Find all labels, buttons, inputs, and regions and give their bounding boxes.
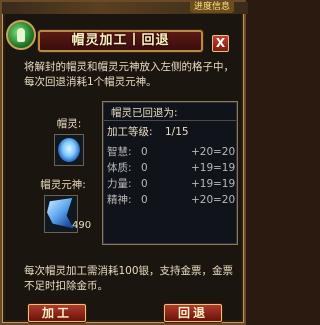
hat-slot-label: 帽灵: [56, 118, 82, 130]
corner-tag: 进度信息 [189, 2, 234, 13]
window-title: 帽灵加工丨回退 [71, 33, 170, 48]
level-label: 加工等级: [107, 126, 153, 138]
spirit-count: 490 [72, 220, 92, 231]
stat-attr: 智慧: [107, 146, 132, 158]
stat-total: =20 [213, 194, 236, 206]
stat-attr: 力量: [107, 178, 132, 190]
stat-base: 0 [141, 178, 148, 190]
stats-divider [104, 120, 236, 121]
revert-button[interactable]: 回退 [164, 304, 222, 322]
stat-row: 智慧: 0 +20 =20 [103, 145, 237, 159]
level-row: 加工等级: 1/15 [103, 125, 237, 139]
stat-total: =19 [213, 178, 236, 190]
stat-base: 0 [141, 162, 148, 174]
stat-attr: 精神: [107, 194, 132, 206]
stats-panel: 帽灵已回退为: 加工等级: 1/15 智慧: 0 +20 =20 体质: 0 +… [102, 101, 238, 245]
stat-total: =20 [213, 146, 236, 158]
stats-heading: 帽灵已回退为: [111, 107, 178, 119]
cost-note: 每次帽灵加工需消耗100银，支持金票，金票不足时扣除金币。 [24, 265, 234, 292]
hat-slot[interactable] [54, 134, 84, 166]
stat-base: 0 [141, 146, 148, 158]
stat-row: 体质: 0 +19 =19 [103, 161, 237, 175]
close-button[interactable]: X [212, 35, 229, 52]
process-button[interactable]: 加工 [28, 304, 86, 322]
stat-bonus: +20 [191, 146, 214, 158]
instructions-text: 将解封的帽灵和帽灵元神放入左侧的格子中，每次回退消耗1个帽灵元神。 [24, 61, 234, 88]
stat-total: =19 [213, 162, 236, 174]
stat-base: 0 [141, 194, 148, 206]
window-emblem-icon [6, 20, 36, 50]
hat-spirit-icon [58, 138, 80, 162]
stat-bonus: +19 [191, 178, 214, 190]
spirit-crystal-icon [47, 198, 74, 229]
item-slots-panel: 帽灵: 帽灵元神: 490 [36, 110, 106, 270]
spirit-slot-label: 帽灵元神: [40, 179, 86, 191]
stat-row: 力量: 0 +19 =19 [103, 177, 237, 191]
stat-row: 精神: 0 +20 =20 [103, 193, 237, 207]
stat-attr: 体质: [107, 162, 132, 174]
title-bar: 帽灵加工丨回退 [38, 30, 203, 52]
level-value: 1/15 [165, 126, 189, 138]
hat-spirit-window: 进度信息 帽灵加工丨回退 X 将解封的帽灵和帽灵元神放入左侧的格子中，每次回退消… [0, 0, 248, 325]
stat-bonus: +20 [191, 194, 214, 206]
stat-bonus: +19 [191, 162, 214, 174]
